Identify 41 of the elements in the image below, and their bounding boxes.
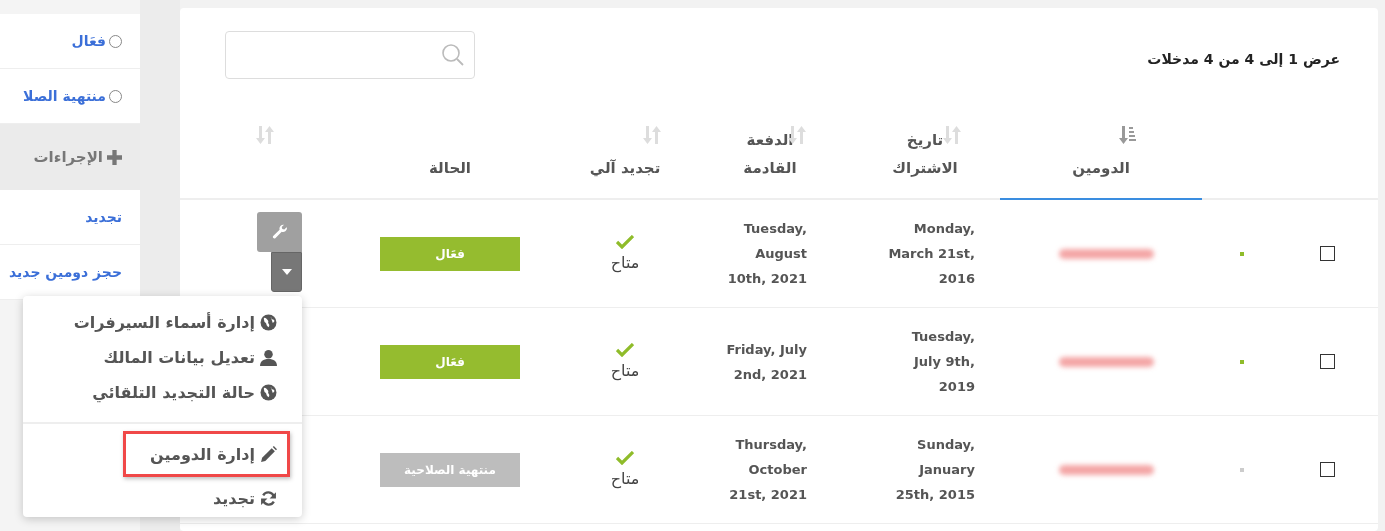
menu-item[interactable]: تعديل بيانات المالك [103,340,302,375]
search-icon [441,43,465,67]
entries-info: عرض 1 إلى 4 من 4 مدخلات [1147,51,1340,67]
date-text: Thursday, October 21st, 2021 [728,436,807,504]
status-badge: منتهية الصلاحية [380,452,520,487]
auto-renew-text: متاح [610,469,640,488]
actions-title: الإجراءات [33,148,103,166]
menu-item[interactable]: حالة التجديد التلقائي [92,375,302,410]
menu-item[interactable]: إدارة الدومين [123,431,290,477]
auto-renew-text: متاح [610,361,640,380]
menu-item[interactable]: تجديد [212,481,302,516]
date-text: Sunday, January 25th, 2015 [894,436,975,504]
status-badge: فعَال [380,344,520,379]
search-field[interactable] [225,31,475,79]
wrench-icon [271,224,288,240]
filter-label[interactable]: منتهية الصلا [23,88,106,104]
date-text: Monday, March 21st, 2016 [887,220,975,288]
globe-icon [260,314,277,331]
row-checkbox[interactable] [1320,354,1335,369]
pencil-icon [260,445,277,463]
caret-icon [281,269,292,275]
globe-icon [260,384,277,401]
menu-item[interactable]: إدارة أسماء السيرفرات [73,305,302,340]
wrench-button[interactable] [257,212,302,252]
status-badge: فعَال [380,236,520,271]
column-header[interactable]: الحالة [350,113,550,198]
column-header[interactable]: الدومين [1000,113,1202,200]
row-checkbox[interactable] [1320,462,1335,477]
auto-renew-text: متاح [610,253,640,272]
date-text: Tuesday, August 10th, 2021 [726,220,807,288]
filter-label[interactable]: فعَال [71,33,106,49]
column-header[interactable]: تجديد آلي [550,113,700,198]
date-text: Friday, July 2nd, 2021 [725,340,807,384]
row-checkbox[interactable] [1320,246,1335,261]
refresh-icon [260,490,277,507]
plus-icon [107,149,122,165]
date-text: Tuesday, July 9th, 2019 [910,328,975,396]
dropdown-button[interactable] [271,252,302,292]
user-icon [260,349,277,366]
action-link[interactable]: تجديد [85,209,122,225]
sort-descending-icon[interactable] [1119,125,1137,145]
